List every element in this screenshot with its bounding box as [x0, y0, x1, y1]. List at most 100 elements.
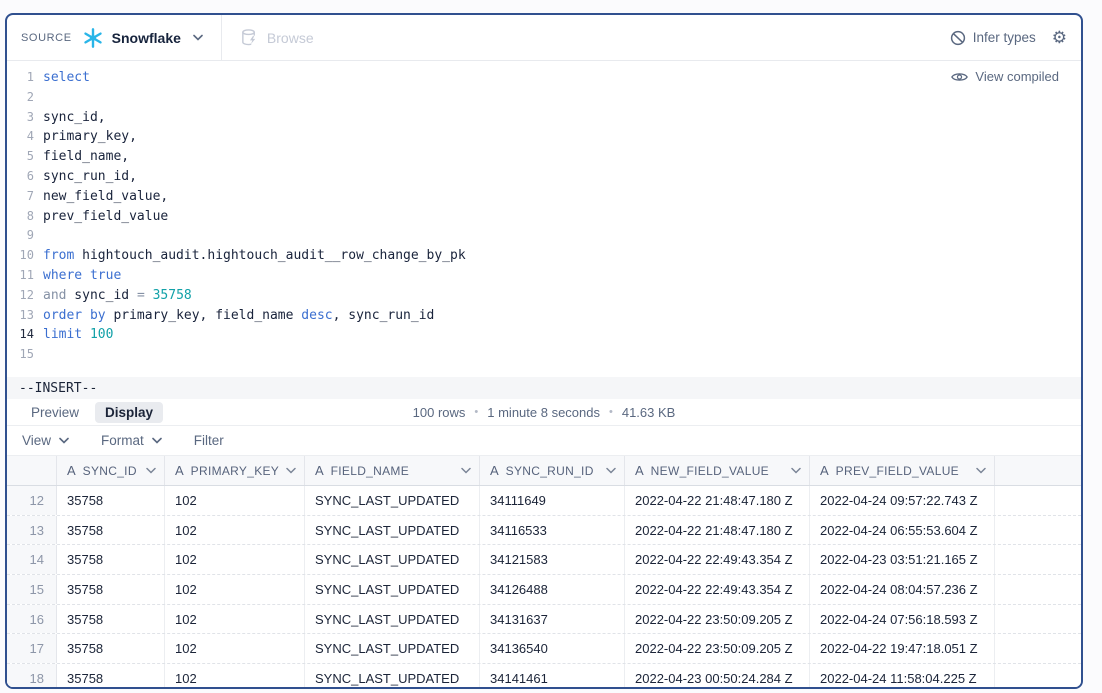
table-row[interactable]: 1635758102SYNC_LAST_UPDATED341316372022-…	[7, 605, 1081, 635]
type-string-icon: A	[175, 463, 184, 478]
code-line: 4primary_key,	[7, 127, 1081, 147]
filter-button[interactable]: Filter	[194, 433, 224, 448]
table-row[interactable]: 1235758102SYNC_LAST_UPDATED341116492022-…	[7, 486, 1081, 516]
row-number: 15	[7, 575, 57, 604]
row-number: 13	[7, 516, 57, 545]
column-header-field_name[interactable]: A FIELD_NAME	[305, 456, 480, 485]
table-cell: 102	[165, 545, 305, 574]
separator-dot: •	[609, 406, 613, 418]
table-cell: 35758	[57, 634, 165, 663]
code-line: 11where true	[7, 266, 1081, 286]
row-count: 100 rows	[413, 405, 466, 420]
row-number: 17	[7, 634, 57, 663]
table-cell: 2022-04-22 23:50:09.205 Z	[625, 605, 810, 634]
tab-preview[interactable]: Preview	[21, 402, 89, 423]
code-line: 7new_field_value,	[7, 187, 1081, 207]
table-row[interactable]: 1735758102SYNC_LAST_UPDATED341365402022-…	[7, 634, 1081, 664]
snowflake-icon	[82, 27, 104, 49]
filler-column-header	[995, 456, 1081, 485]
query-status: 100 rows • 1 minute 8 seconds • 41.63 KB	[413, 405, 676, 420]
table-row[interactable]: 1335758102SYNC_LAST_UPDATED341165332022-…	[7, 516, 1081, 546]
code-text: sync_id,	[43, 108, 106, 128]
sort-chevron-icon[interactable]	[976, 467, 986, 474]
column-header-sync_id[interactable]: ASYNC_ID	[57, 456, 165, 485]
code-line: 3sync_id,	[7, 108, 1081, 128]
table-cell: SYNC_LAST_UPDATED	[305, 486, 480, 515]
row-number: 14	[7, 545, 57, 574]
infer-types-label: Infer types	[973, 30, 1036, 45]
code-line: 1select	[7, 68, 1081, 88]
table-cell: 35758	[57, 516, 165, 545]
table-cell: 35758	[57, 575, 165, 604]
browse-button[interactable]: Browse	[221, 15, 332, 60]
vim-mode-indicator: --INSERT--	[19, 381, 97, 396]
column-header-new_field_value[interactable]: ANEW_FIELD_VALUE	[625, 456, 810, 485]
column-name: SYNC_ID	[83, 464, 137, 478]
chevron-down-icon	[59, 437, 69, 444]
results-bar: Preview Display 100 rows • 1 minute 8 se…	[7, 399, 1081, 426]
code-text: and sync_id = 35758	[43, 286, 192, 306]
infer-types-button[interactable]: Infer types	[950, 30, 1036, 46]
column-name: FIELD_NAME	[331, 464, 409, 478]
table-cell: SYNC_LAST_UPDATED	[305, 516, 480, 545]
line-number: 10	[7, 246, 43, 266]
line-number: 15	[7, 345, 43, 365]
code-text: limit 100	[43, 325, 113, 345]
view-menu[interactable]: View	[22, 433, 69, 448]
sort-chevron-icon[interactable]	[606, 467, 616, 474]
chevron-down-icon	[152, 437, 162, 444]
column-header-sync_run_id[interactable]: A SYNC_RUN_ID	[480, 456, 625, 485]
view-compiled-button[interactable]: View compiled	[951, 69, 1059, 84]
column-name: SYNC_RUN_ID	[506, 464, 594, 478]
type-string-icon: A	[635, 463, 644, 478]
row-number: 12	[7, 486, 57, 515]
format-menu[interactable]: Format	[101, 433, 162, 448]
table-cell: 2022-04-23 00:50:24.284 Z	[625, 664, 810, 687]
sort-chevron-icon[interactable]	[286, 467, 296, 474]
filler-cell	[995, 605, 1081, 634]
format-menu-label: Format	[101, 433, 144, 448]
separator-dot: •	[474, 406, 478, 418]
line-number: 3	[7, 108, 43, 128]
column-header-primary_key[interactable]: A PRIMARY_KEY	[165, 456, 305, 485]
table-cell: SYNC_LAST_UPDATED	[305, 575, 480, 604]
sort-chevron-icon[interactable]	[146, 467, 156, 474]
line-number: 7	[7, 187, 43, 207]
code-line: 15	[7, 345, 1081, 365]
code-text: field_name,	[43, 147, 129, 167]
filler-cell	[995, 545, 1081, 574]
table-cell: 102	[165, 516, 305, 545]
column-name: PRIMARY_KEY	[191, 464, 279, 478]
type-string-icon: A	[490, 463, 499, 478]
table-cell: 35758	[57, 664, 165, 687]
table-cell: 35758	[57, 545, 165, 574]
code-line: 14limit 100	[7, 325, 1081, 345]
filler-cell	[995, 575, 1081, 604]
source-selector[interactable]: SOURCE Snowflake	[7, 15, 221, 60]
sql-editor-panel: SOURCE Snowflake	[5, 13, 1083, 689]
table-row[interactable]: 1435758102SYNC_LAST_UPDATED341215832022-…	[7, 545, 1081, 575]
table-cell: 34126488	[480, 575, 625, 604]
table-cell: 2022-04-22 19:47:18.051 Z	[810, 634, 995, 663]
table-row[interactable]: 1835758102SYNC_LAST_UPDATED341414612022-…	[7, 664, 1081, 687]
sort-chevron-icon[interactable]	[791, 467, 801, 474]
column-name: PREV_FIELD_VALUE	[836, 464, 959, 478]
table-cell: 34116533	[480, 516, 625, 545]
table-row[interactable]: 1535758102SYNC_LAST_UPDATED341264882022-…	[7, 575, 1081, 605]
gear-icon[interactable]: ⚙	[1052, 29, 1067, 46]
source-bar: SOURCE Snowflake	[7, 15, 1081, 61]
result-size: 41.63 KB	[622, 405, 676, 420]
table-cell: 2022-04-22 22:49:43.354 Z	[625, 575, 810, 604]
code-text: new_field_value,	[43, 187, 168, 207]
sort-chevron-icon[interactable]	[461, 467, 471, 474]
table-cell: 2022-04-24 08:04:57.236 Z	[810, 575, 995, 604]
type-string-icon: A	[315, 463, 324, 478]
table-cell: SYNC_LAST_UPDATED	[305, 545, 480, 574]
table-cell: 2022-04-24 09:57:22.743 Z	[810, 486, 995, 515]
sql-code-editor[interactable]: 1select23sync_id,4primary_key,5field_nam…	[7, 61, 1081, 377]
column-header-prev_field_value[interactable]: APREV_FIELD_VALUE	[810, 456, 995, 485]
tab-display[interactable]: Display	[95, 402, 163, 423]
filler-cell	[995, 486, 1081, 515]
database-edit-icon	[240, 28, 259, 47]
table-cell: 2022-04-24 11:58:04.225 Z	[810, 664, 995, 687]
